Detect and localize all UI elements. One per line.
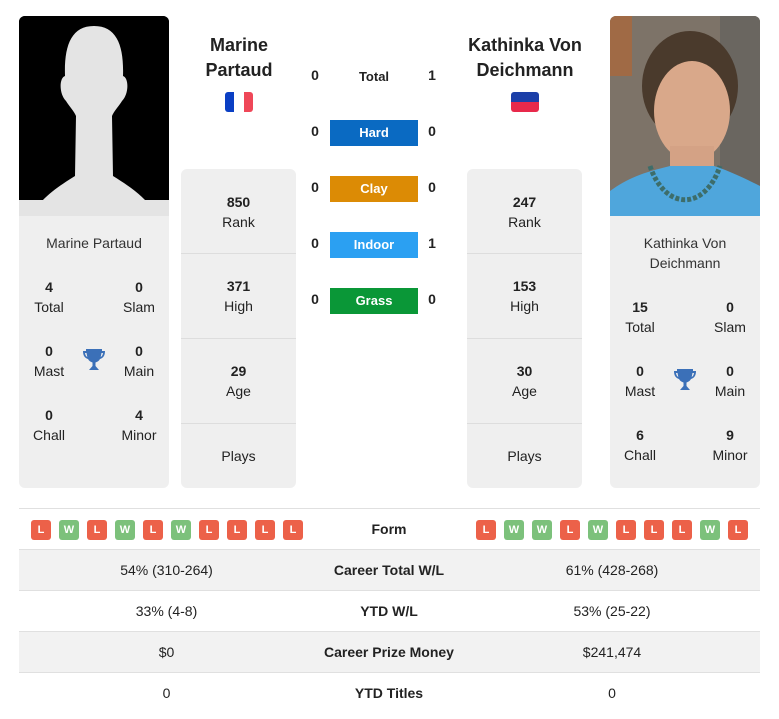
prize-money-label: Career Prize Money (324, 644, 454, 660)
liechtenstein-flag-icon (511, 92, 539, 112)
player1-form-badge-win[interactable]: W (115, 520, 135, 541)
ytd-titles-row: 0 YTD Titles 0 (19, 672, 760, 713)
player2-form-badge-loss[interactable]: L (728, 520, 748, 541)
h2h-hard-p1: 0 (311, 123, 319, 139)
player2-form: LWWLWLLLWL (472, 509, 752, 550)
player2-form-badge-win[interactable]: W (588, 520, 608, 541)
player1-titles-card: Marine Partaud 4 Total 0 Slam 0 Mast 0 Main … (19, 216, 169, 488)
form-label: Form (371, 521, 407, 537)
h2h-grass-p1: 0 (311, 291, 319, 307)
player2-form-badge-loss[interactable]: L (672, 520, 692, 541)
player2-form-badge-loss[interactable]: L (476, 520, 496, 541)
player2-age: 30 Age (467, 339, 582, 424)
h2h-clay-p1: 0 (311, 179, 319, 195)
player1-form-badge-win[interactable]: W (171, 520, 191, 541)
player1-slam-titles: 0 Slam (123, 279, 155, 315)
player2-prize-money: $241,474 (582, 644, 642, 660)
player2-form-badge-win[interactable]: W (504, 520, 524, 541)
player1-total-titles: 4 Total (34, 279, 64, 315)
player1-rank: 850 Rank (181, 169, 296, 254)
player1-age: 29 Age (181, 339, 296, 424)
player2-slam-titles: 0 Slam (714, 299, 746, 335)
player2-name-heading[interactable]: Kathinka Von Deichmann (450, 33, 600, 83)
h2h-hard-p2: 0 (428, 123, 436, 139)
france-flag-icon (225, 92, 253, 112)
ytd-wl-label: YTD W/L (360, 603, 418, 619)
h2h-total-p1: 0 (311, 67, 319, 83)
player2-minor-titles: 9 Minor (712, 427, 748, 463)
silhouette-icon (19, 16, 169, 216)
player1-form: LWLWLWLLLL (27, 509, 307, 550)
player1-photo (19, 16, 169, 216)
player2-name-line1: Kathinka Von (468, 35, 582, 55)
player1-high: 371 High (181, 254, 296, 339)
player2-main-titles: 0 Main (714, 363, 746, 399)
ytd-wl-row: 33% (4-8) YTD W/L 53% (25-22) (19, 590, 760, 631)
player1-card-name: Marine Partaud (46, 235, 142, 251)
player1-form-badge-loss[interactable]: L (87, 520, 107, 541)
player1-form-badge-loss[interactable]: L (283, 520, 303, 541)
player2-stats-column: 247 Rank 153 High 30 Age Plays (467, 169, 582, 488)
prize-money-row: $0 Career Prize Money $241,474 (19, 631, 760, 672)
player1-stats-column: 850 Rank 371 High 29 Age Plays (181, 169, 296, 488)
h2h-total-label: Total (358, 69, 390, 84)
player1-name-line1: Marine (209, 35, 269, 55)
form-row: LWLWLWLLLL Form LWWLWLLLWL (19, 508, 760, 549)
player1-mast-titles: 0 Mast (33, 343, 65, 379)
player1-form-badge-loss[interactable]: L (31, 520, 51, 541)
player1-form-badge-loss[interactable]: L (143, 520, 163, 541)
h2h-indoor-p1: 0 (311, 235, 319, 251)
player2-high: 153 High (467, 254, 582, 339)
player1-form-badge-loss[interactable]: L (199, 520, 219, 541)
player2-form-badge-win[interactable]: W (532, 520, 552, 541)
player2-mast-titles: 0 Mast (624, 363, 656, 399)
ytd-titles-label: YTD Titles (354, 685, 424, 701)
player1-form-badge-loss[interactable]: L (255, 520, 275, 541)
player2-chall-titles: 6 Chall (624, 427, 656, 463)
player1-prize-money: $0 (158, 644, 175, 660)
surface-indoor-button[interactable]: Indoor (330, 232, 418, 258)
player2-photo (610, 16, 760, 216)
player2-form-badge-loss[interactable]: L (616, 520, 636, 541)
h2h-grass-p2: 0 (428, 291, 436, 307)
surface-clay-button[interactable]: Clay (330, 176, 418, 202)
h2h-clay-p2: 0 (428, 179, 436, 195)
player1-form-badge-win[interactable]: W (59, 520, 79, 541)
player1-form-badge-loss[interactable]: L (227, 520, 247, 541)
player1-plays: Plays (221, 448, 256, 464)
h2h-total-p2: 1 (428, 67, 436, 83)
player2-ytd-wl: 53% (25-22) (573, 603, 651, 619)
player2-card-name-line2: Deichmann (649, 255, 721, 271)
player1-name-heading[interactable]: Marine Partaud (164, 33, 314, 83)
player2-form-badge-win[interactable]: W (700, 520, 720, 541)
player1-name-line2: Partaud (205, 60, 273, 80)
player2-total-titles: 15 Total (625, 299, 655, 335)
surface-grass-button[interactable]: Grass (330, 288, 418, 314)
player2-titles-card: Kathinka Von Deichmann 15 Total 0 Slam 0 Ma… (610, 216, 760, 488)
surface-hard-button[interactable]: Hard (330, 120, 418, 146)
player2-ytd-titles: 0 (608, 685, 616, 701)
player1-chall-titles: 0 Chall (33, 407, 65, 443)
player1-career-wl: 54% (310-264) (120, 562, 213, 578)
player2-card-name-line1: Kathinka Von (643, 235, 727, 251)
player2-form-badge-loss[interactable]: L (560, 520, 580, 541)
h2h-indoor-p2: 1 (428, 235, 436, 251)
career-wl-label: Career Total W/L (333, 562, 445, 578)
player1-minor-titles: 4 Minor (121, 407, 157, 443)
trophy-icon (673, 367, 697, 393)
player1-main-titles: 0 Main (123, 343, 155, 379)
player2-plays: Plays (507, 448, 542, 464)
player2-card-name: Kathinka Von Deichmann (610, 233, 760, 273)
career-wl-row: 54% (310-264) Career Total W/L 61% (428-… (19, 549, 760, 590)
player1-ytd-wl: 33% (4-8) (135, 603, 198, 619)
player1-ytd-titles: 0 (162, 685, 171, 701)
player2-career-wl: 61% (428-268) (565, 562, 659, 578)
player2-rank: 247 Rank (467, 169, 582, 254)
player2-form-badge-loss[interactable]: L (644, 520, 664, 541)
player2-name-line2: Deichmann (476, 60, 574, 80)
player2-portrait-icon (610, 16, 760, 216)
trophy-icon (82, 347, 106, 373)
